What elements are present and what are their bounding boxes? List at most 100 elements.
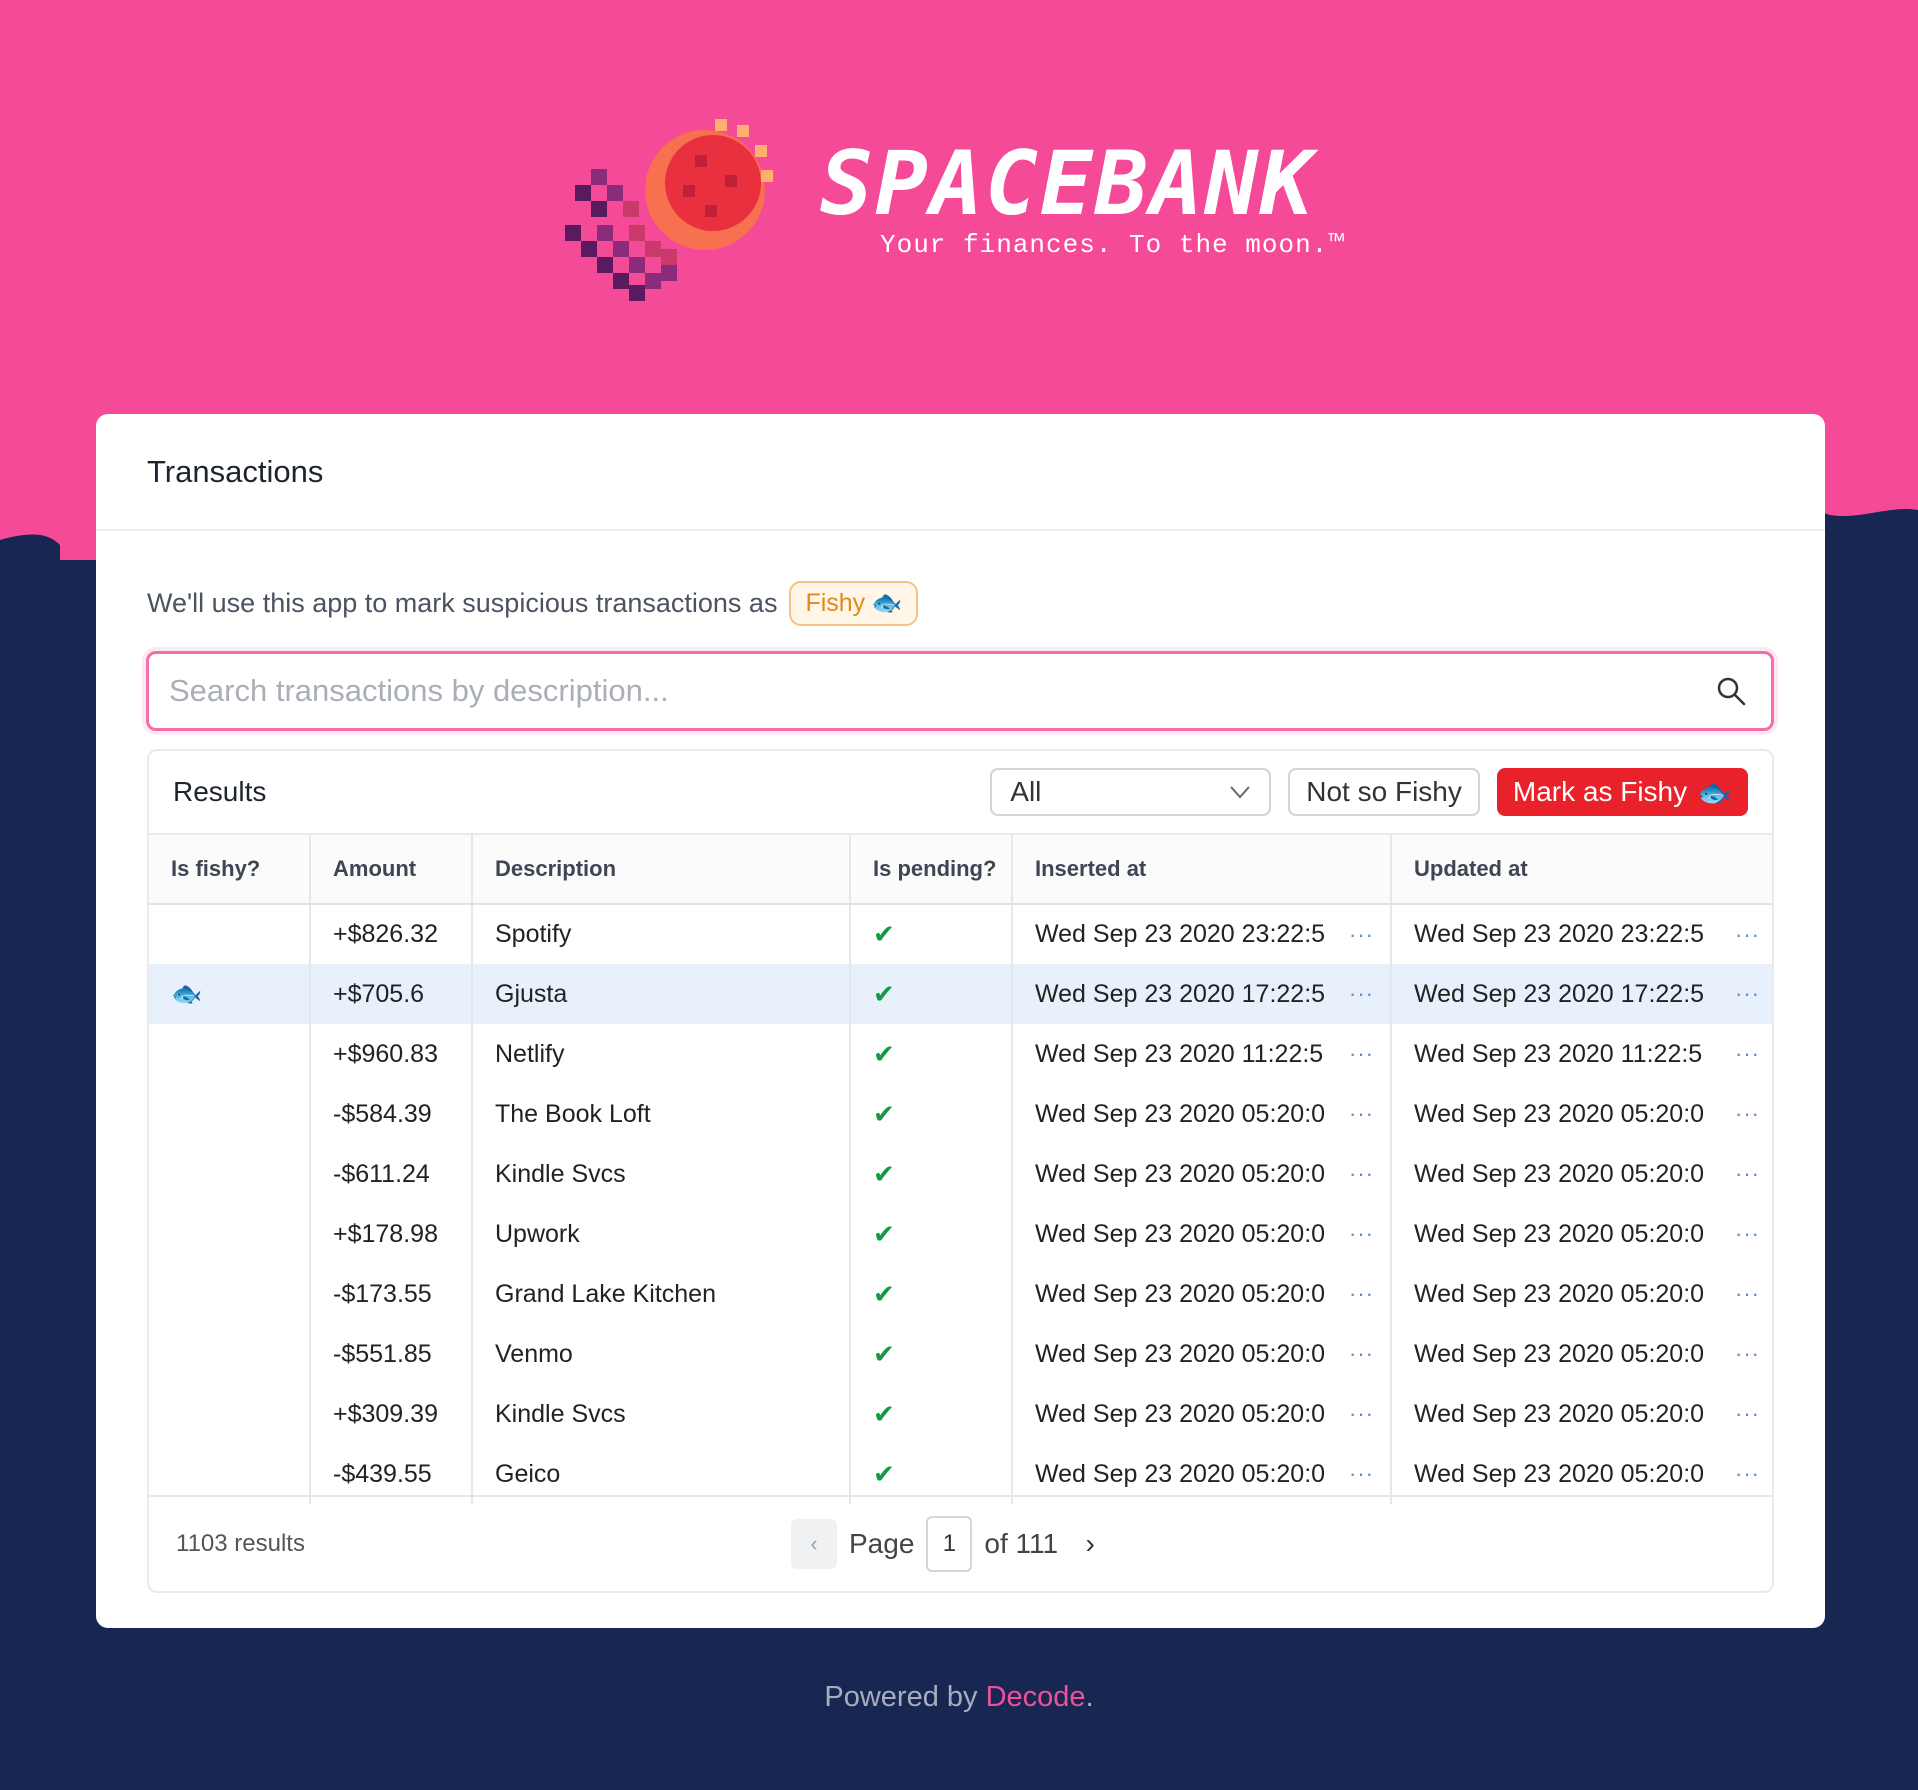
inserted-at-cell: Wed Sep 23 2020 05:20:0 ··· bbox=[1011, 1084, 1391, 1144]
description-cell-value: Kindle Svcs bbox=[495, 1159, 626, 1188]
inserted-at-value: Wed Sep 23 2020 17:22:5 bbox=[1035, 979, 1326, 1008]
more-icon[interactable]: ··· bbox=[1735, 1281, 1760, 1307]
table-row[interactable]: -$584.39 The Book Loft ✔ Wed Sep 23 2020 05… bbox=[149, 1084, 1772, 1144]
column-header[interactable]: Description bbox=[471, 833, 850, 905]
chevron-right-icon[interactable]: › bbox=[1070, 1519, 1110, 1569]
results-toolbar: Results All Not so Fishy Mark as Fishy 🐟 bbox=[149, 751, 1772, 833]
chevron-left-icon[interactable]: ‹ bbox=[791, 1519, 837, 1569]
fishy-cell bbox=[149, 1204, 310, 1264]
more-icon[interactable]: ··· bbox=[1349, 1161, 1374, 1187]
fishy-cell-value: 🐟 bbox=[171, 979, 203, 1008]
more-icon[interactable]: ··· bbox=[1349, 1101, 1374, 1127]
amount-cell-value: -$551.85 bbox=[333, 1339, 432, 1368]
more-icon[interactable]: ··· bbox=[1735, 922, 1760, 948]
table-body: +$826.32 Spotify ✔ Wed Sep 23 2020 23:22:5 ·… bbox=[149, 904, 1772, 1504]
table-row[interactable]: -$551.85 Venmo ✔ Wed Sep 23 2020 05:20:0 ···… bbox=[149, 1324, 1772, 1384]
more-icon[interactable]: ··· bbox=[1349, 981, 1374, 1007]
description-cell-value: The Book Loft bbox=[495, 1099, 651, 1128]
updated-at-value: Wed Sep 23 2020 05:20:0 bbox=[1414, 1159, 1705, 1188]
more-icon[interactable]: ··· bbox=[1349, 1341, 1374, 1367]
search-icon[interactable] bbox=[1711, 671, 1751, 711]
amount-cell: +$960.83 bbox=[309, 1024, 472, 1084]
table-header: Is fishy? Amount Description Is pending? Ins… bbox=[149, 833, 1772, 905]
more-icon[interactable]: ··· bbox=[1735, 1341, 1760, 1367]
fishy-cell bbox=[149, 1024, 310, 1084]
more-icon[interactable]: ··· bbox=[1349, 1401, 1374, 1427]
table-row[interactable]: +$960.83 Netlify ✔ Wed Sep 23 2020 11:22:5 ·… bbox=[149, 1024, 1772, 1084]
mark-as-fishy-label: Mark as Fishy bbox=[1512, 776, 1688, 807]
more-icon[interactable]: ··· bbox=[1735, 1101, 1760, 1127]
table-row[interactable]: -$611.24 Kindle Svcs ✔ Wed Sep 23 2020 05:2… bbox=[149, 1144, 1772, 1204]
pending-cell: ✔ bbox=[849, 904, 1012, 964]
description-cell-value: Venmo bbox=[495, 1339, 573, 1368]
page-title: Transactions bbox=[147, 454, 324, 489]
amount-cell: +$309.39 bbox=[309, 1384, 472, 1444]
updated-at-cell: Wed Sep 23 2020 05:20:0 ··· bbox=[1390, 1264, 1772, 1324]
updated-at-value: Wed Sep 23 2020 17:22:5 bbox=[1414, 979, 1705, 1008]
more-icon[interactable]: ··· bbox=[1735, 1221, 1760, 1247]
fishy-filter-select[interactable]: All bbox=[990, 768, 1272, 816]
table-row[interactable]: +$826.32 Spotify ✔ Wed Sep 23 2020 23:22:5 ·… bbox=[149, 904, 1772, 964]
updated-at-value: Wed Sep 23 2020 11:22:5 bbox=[1414, 1039, 1703, 1068]
transactions-card: Transactions We'll use this app to mark … bbox=[96, 414, 1825, 1628]
column-header[interactable]: Inserted at bbox=[1011, 833, 1391, 905]
pending-cell-value: ✔ bbox=[873, 1338, 895, 1369]
decode-link[interactable]: Decode bbox=[986, 1681, 1086, 1713]
pending-cell-value: ✔ bbox=[873, 1398, 895, 1429]
mark-as-fishy-button[interactable]: Mark as Fishy 🐟 bbox=[1496, 768, 1748, 816]
inserted-at-cell: Wed Sep 23 2020 05:20:0 ··· bbox=[1011, 1204, 1391, 1264]
table-row[interactable]: +$309.39 Kindle Svcs ✔ Wed Sep 23 2020 05:2… bbox=[149, 1384, 1772, 1444]
updated-at-value: Wed Sep 23 2020 23:22:5 bbox=[1414, 920, 1705, 948]
inserted-at-cell: Wed Sep 23 2020 23:22:5 ··· bbox=[1011, 904, 1391, 964]
table-row[interactable]: -$173.55 Grand Lake Kitchen ✔ Wed Sep 23 20… bbox=[149, 1264, 1772, 1324]
amount-cell: -$611.24 bbox=[309, 1144, 472, 1204]
page-label: Page bbox=[849, 1528, 915, 1559]
table-row[interactable]: 🐟 +$705.6 Gjusta ✔ Wed Sep 23 2020 17:22:5 ··… bbox=[149, 964, 1772, 1024]
more-icon[interactable]: ··· bbox=[1349, 1221, 1374, 1247]
description-cell: Upwork bbox=[471, 1204, 850, 1264]
more-icon[interactable]: ··· bbox=[1349, 1461, 1374, 1487]
updated-at-cell: Wed Sep 23 2020 17:22:5 ··· bbox=[1390, 964, 1772, 1024]
amount-cell-value: -$611.24 bbox=[333, 1159, 430, 1188]
description-cell-value: Spotify bbox=[495, 920, 572, 948]
inserted-at-value: Wed Sep 23 2020 05:20:0 bbox=[1035, 1279, 1326, 1308]
fishy-badge-label: Fishy bbox=[805, 589, 866, 617]
more-icon[interactable]: ··· bbox=[1735, 1041, 1760, 1067]
inserted-at-value: Wed Sep 23 2020 05:20:0 bbox=[1035, 1459, 1326, 1488]
pending-cell-value: ✔ bbox=[873, 1158, 895, 1189]
more-icon[interactable]: ··· bbox=[1349, 922, 1374, 948]
card-header: Transactions bbox=[96, 414, 1825, 531]
inserted-at-value: Wed Sep 23 2020 05:20:0 bbox=[1035, 1399, 1326, 1428]
description-cell-value: Geico bbox=[495, 1459, 561, 1488]
not-so-fishy-button[interactable]: Not so Fishy bbox=[1288, 768, 1480, 816]
more-icon[interactable]: ··· bbox=[1735, 1161, 1760, 1187]
more-icon[interactable]: ··· bbox=[1735, 1461, 1760, 1487]
rocket-meteor-icon bbox=[565, 119, 773, 301]
updated-at-value: Wed Sep 23 2020 05:20:0 bbox=[1414, 1339, 1705, 1368]
search-input[interactable] bbox=[169, 673, 1711, 709]
column-header[interactable]: Updated at bbox=[1390, 833, 1772, 905]
footer-prefix: Powered by bbox=[824, 1681, 978, 1713]
column-header[interactable]: Amount bbox=[309, 833, 472, 905]
inserted-at-cell: Wed Sep 23 2020 05:20:0 ··· bbox=[1011, 1144, 1391, 1204]
pending-cell-value: ✔ bbox=[873, 1458, 895, 1489]
pending-cell: ✔ bbox=[849, 964, 1012, 1024]
column-header[interactable]: Is pending? bbox=[849, 833, 1012, 905]
inserted-at-cell: Wed Sep 23 2020 05:20:0 ··· bbox=[1011, 1324, 1391, 1384]
more-icon[interactable]: ··· bbox=[1735, 981, 1760, 1007]
updated-at-cell: Wed Sep 23 2020 05:20:0 ··· bbox=[1390, 1324, 1772, 1384]
pending-cell: ✔ bbox=[849, 1144, 1012, 1204]
pending-cell: ✔ bbox=[849, 1204, 1012, 1264]
inserted-at-value: Wed Sep 23 2020 05:20:0 bbox=[1035, 1159, 1326, 1188]
pending-cell-value: ✔ bbox=[873, 1098, 895, 1129]
amount-cell: -$173.55 bbox=[309, 1264, 472, 1324]
column-header[interactable]: Is fishy? bbox=[149, 833, 310, 905]
more-icon[interactable]: ··· bbox=[1735, 1401, 1760, 1427]
page-number-input[interactable]: 1 bbox=[926, 1516, 973, 1572]
amount-cell: -$551.85 bbox=[309, 1324, 472, 1384]
intro-text: We'll use this app to mark suspicious tr… bbox=[147, 588, 778, 618]
table-row[interactable]: +$178.98 Upwork ✔ Wed Sep 23 2020 05:20:0 ··… bbox=[149, 1204, 1772, 1264]
more-icon[interactable]: ··· bbox=[1349, 1281, 1374, 1307]
more-icon[interactable]: ··· bbox=[1349, 1041, 1374, 1067]
pending-cell-value: ✔ bbox=[873, 1278, 895, 1309]
